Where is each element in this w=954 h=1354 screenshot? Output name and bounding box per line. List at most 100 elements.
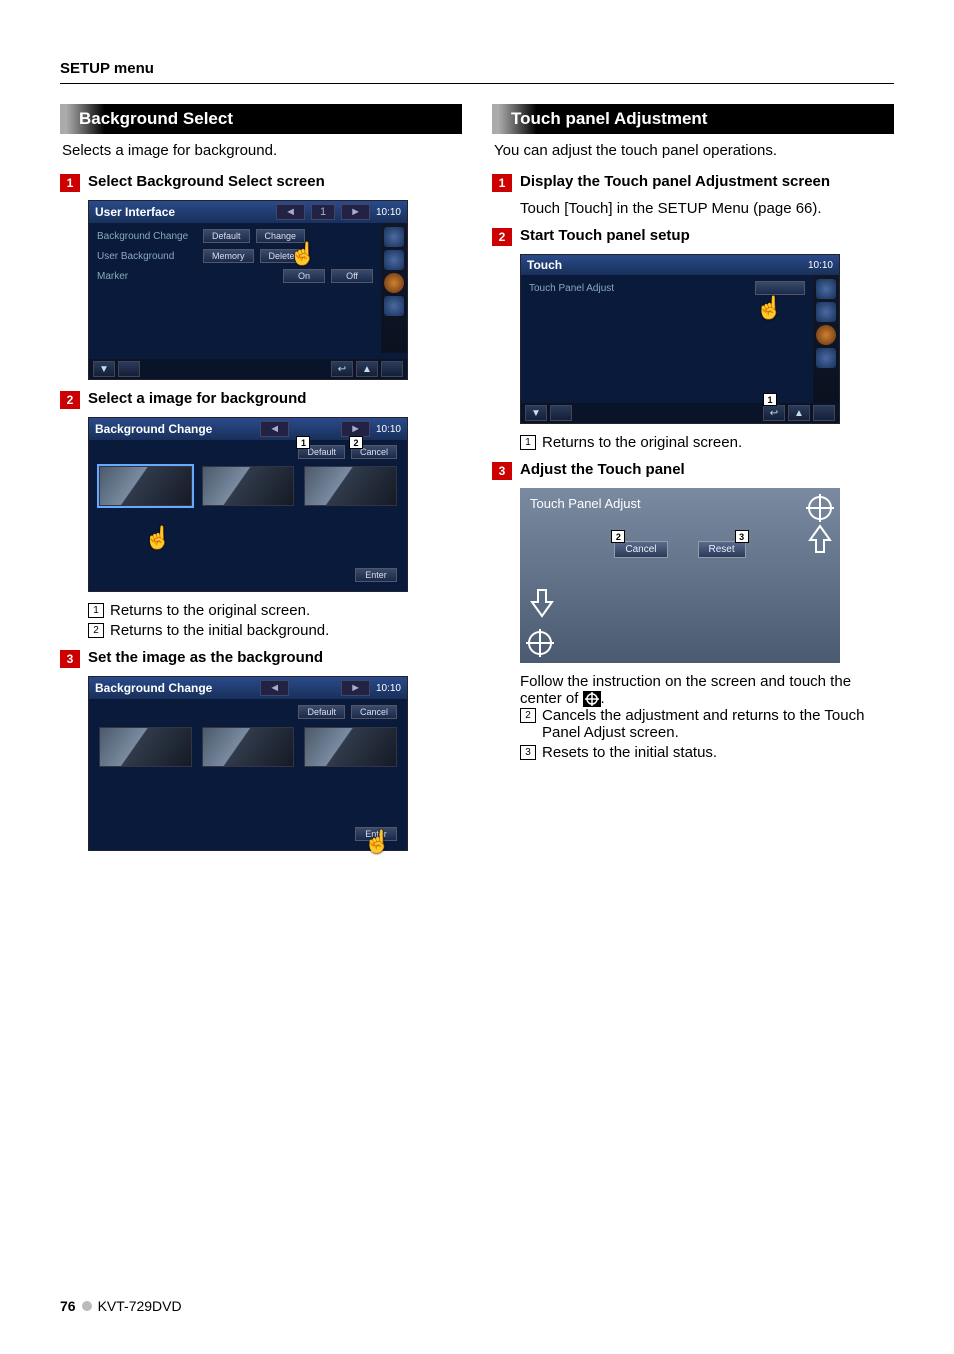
clock: 10:10 — [808, 260, 833, 271]
btn-tpa[interactable] — [755, 281, 805, 295]
tab-1[interactable]: 1 — [311, 204, 335, 220]
section-touch-adjust: Touch panel Adjustment — [492, 104, 894, 134]
bg-thumbnail[interactable] — [304, 466, 397, 506]
side-icon[interactable] — [384, 296, 404, 316]
footer-up-icon[interactable]: ▲ — [788, 405, 810, 421]
arrow-up-icon — [808, 524, 832, 559]
r-step-3-body: Follow the instruction on the screen and… — [520, 673, 894, 707]
footer-down-icon[interactable]: ▼ — [93, 361, 115, 377]
btn-enter[interactable]: Enter — [355, 568, 397, 582]
target-icon[interactable] — [526, 629, 554, 657]
row-userbg-label: User Background — [97, 251, 197, 262]
btn-default[interactable]: Default — [203, 229, 250, 243]
footer-btn[interactable] — [381, 361, 403, 377]
r-step-2-title: Start Touch panel setup — [520, 227, 690, 244]
tab-prev-icon[interactable]: ◄ — [260, 421, 289, 437]
btn-off[interactable]: Off — [331, 269, 373, 283]
ui-title: Background Change — [95, 681, 254, 695]
step-number-icon: 2 — [60, 391, 80, 409]
step-number-icon: 3 — [492, 462, 512, 480]
note-2: Returns to the initial background. — [110, 622, 462, 639]
step-1-title: Select Background Select screen — [88, 173, 325, 190]
tab-next-icon[interactable]: ► — [341, 421, 370, 437]
btn-cancel[interactable]: 2 Cancel — [614, 541, 667, 558]
callout-1: 1 — [763, 393, 777, 406]
footer-btn[interactable] — [550, 405, 572, 421]
side-icon[interactable] — [816, 348, 836, 368]
callout-ref-1: 1 — [88, 603, 104, 618]
footer-down-icon[interactable]: ▼ — [525, 405, 547, 421]
callout-ref-2: 2 — [520, 708, 536, 723]
callout-1: 1 — [296, 436, 310, 449]
step-3: 3 Set the image as the background Backgr… — [60, 649, 462, 851]
tab-next-icon[interactable]: ► — [341, 204, 370, 220]
tpa-title: Touch Panel Adjust — [530, 496, 830, 511]
step-number-icon: 1 — [492, 174, 512, 192]
side-icon[interactable] — [816, 302, 836, 322]
target-icon[interactable] — [806, 494, 834, 522]
btn-cancel[interactable]: Cancel — [351, 705, 397, 719]
r-step-3: 3 Adjust the Touch panel Touch Panel Adj… — [492, 461, 894, 761]
tab-next-icon[interactable]: ► — [341, 680, 370, 696]
ui-title: Background Change — [95, 422, 254, 436]
btn-default[interactable]: Default — [298, 705, 345, 719]
model-name: KVT-729DVD — [98, 1298, 182, 1314]
finger-pointer-icon: ☝ — [289, 241, 316, 267]
bullet-icon — [82, 1301, 92, 1311]
touch-screenshot: Touch 10:10 Touch Panel Adjust ☝ — [520, 254, 840, 424]
callout-ref-3: 3 — [520, 745, 536, 760]
bg-thumbnail[interactable] — [202, 727, 295, 767]
side-icon[interactable] — [384, 250, 404, 270]
bg-thumbnail[interactable] — [99, 727, 192, 767]
btn-on[interactable]: On — [283, 269, 325, 283]
bg-select-intro: Selects a image for background. — [62, 142, 462, 159]
note-1: Returns to the original screen. — [110, 602, 462, 619]
footer-return-icon[interactable]: ↩ — [331, 361, 353, 377]
left-column: Background Select Selects a image for ba… — [60, 104, 462, 861]
footer-return-icon[interactable]: ↩ — [763, 405, 785, 421]
row-bgchange-label: Background Change — [97, 231, 197, 242]
r-step-2: 2 Start Touch panel setup Touch 10:10 To… — [492, 227, 894, 451]
r-note-1: Returns to the original screen. — [542, 434, 894, 451]
clock: 10:10 — [376, 683, 401, 694]
bg-thumbnail[interactable] — [202, 466, 295, 506]
r-step-1: 1 Display the Touch panel Adjustment scr… — [492, 173, 894, 217]
target-inline-icon — [583, 691, 601, 707]
callout-ref-2: 2 — [88, 623, 104, 638]
clock: 10:10 — [376, 207, 401, 218]
side-icon[interactable] — [384, 227, 404, 247]
tab-prev-icon[interactable]: ◄ — [260, 680, 289, 696]
footer-btn[interactable] — [118, 361, 140, 377]
footer-up-icon[interactable]: ▲ — [356, 361, 378, 377]
side-icon[interactable] — [816, 325, 836, 345]
bg-thumbnail[interactable] — [99, 466, 192, 506]
finger-pointer-icon: ☝ — [364, 829, 391, 855]
step-number-icon: 2 — [492, 228, 512, 246]
r-step-1-title: Display the Touch panel Adjustment scree… — [520, 173, 830, 190]
tab-prev-icon[interactable]: ◄ — [276, 204, 305, 220]
callout-2: 2 — [349, 436, 363, 449]
callout-3: 3 — [735, 530, 749, 543]
btn-reset[interactable]: 3 Reset — [698, 541, 746, 558]
bg-change-screenshot-2: Background Change ◄ ► 10:10 Default Canc… — [88, 676, 408, 851]
finger-pointer-icon: ☝ — [756, 295, 783, 321]
footer-btn[interactable] — [813, 405, 835, 421]
r-step-1-body: Touch [Touch] in the SETUP Menu (page 66… — [520, 200, 894, 217]
user-interface-screenshot: User Interface ◄ 1 ► 10:10 Background Ch… — [88, 200, 408, 380]
touch-intro: You can adjust the touch panel operation… — [494, 142, 894, 159]
step-3-title: Set the image as the background — [88, 649, 323, 666]
step-number-icon: 1 — [60, 174, 80, 192]
step-2-title: Select a image for background — [88, 390, 306, 407]
btn-memory[interactable]: Memory — [203, 249, 254, 263]
section-bg-select: Background Select — [60, 104, 462, 134]
side-icon[interactable] — [816, 279, 836, 299]
r-step-3-title: Adjust the Touch panel — [520, 461, 685, 478]
page-footer: 76 KVT-729DVD — [60, 1298, 182, 1314]
r-note-3: Resets to the initial status. — [542, 744, 894, 761]
finger-pointer-icon: ☝ — [144, 525, 171, 551]
bg-thumbnail[interactable] — [304, 727, 397, 767]
page-number: 76 — [60, 1298, 76, 1314]
r-note-2: Cancels the adjustment and returns to th… — [542, 707, 894, 741]
clock: 10:10 — [376, 424, 401, 435]
side-icon[interactable] — [384, 273, 404, 293]
